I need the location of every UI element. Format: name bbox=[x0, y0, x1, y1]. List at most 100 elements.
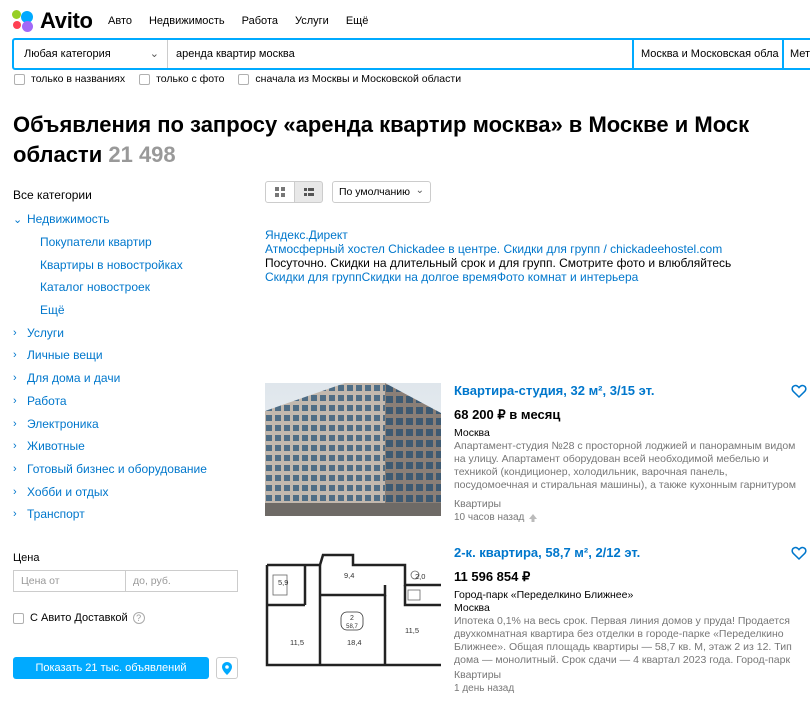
sidebar-item-transport[interactable]: › Транспорт bbox=[13, 503, 243, 526]
sidebar-item-label: Работа bbox=[27, 393, 67, 408]
chevron-down-icon: ⌄ bbox=[13, 213, 23, 226]
listing-developer[interactable]: Город-парк «Переделкино Ближнее» bbox=[454, 589, 810, 602]
sidebar-item-home[interactable]: › Для дома и дачи bbox=[13, 367, 243, 390]
listing-description: Ипотека 0,1% на весь срок. Первая линия … bbox=[454, 615, 792, 666]
grid-icon bbox=[275, 187, 285, 197]
plan-label: 11,5 bbox=[405, 626, 419, 635]
page-title-line2: области bbox=[13, 142, 103, 167]
all-categories[interactable]: Все категории bbox=[13, 188, 243, 202]
ad-headline[interactable]: Атмосферный хостел Chickadee в центре. С… bbox=[265, 242, 731, 256]
listing-price: 68 200 ₽ в месяц bbox=[454, 407, 561, 422]
chevron-down-icon: ⌄ bbox=[149, 48, 159, 60]
sidebar-item-label: Недвижимость bbox=[27, 212, 110, 227]
listing-floor-plan[interactable]: 5,9 9,4 2,0 11,5 18,4 11,5 2 58,7 bbox=[265, 545, 441, 678]
checkbox[interactable] bbox=[139, 73, 151, 85]
logo-text: Avito bbox=[40, 8, 93, 33]
checkbox[interactable] bbox=[14, 73, 25, 85]
page-title-line1: Объявления по запросу «аренда квартир мо… bbox=[13, 112, 750, 137]
sidebar-item-jobs[interactable]: › Работа bbox=[13, 390, 243, 413]
listing-location: Москва bbox=[454, 427, 490, 439]
sidebar-sub-more[interactable]: Ещё bbox=[13, 299, 243, 322]
plan-label: 9,4 bbox=[344, 571, 354, 580]
nav-item-more[interactable]: Ещё bbox=[346, 15, 369, 27]
delivery-label: С Авито Доставкой bbox=[30, 612, 128, 624]
chevron-right-icon: › bbox=[13, 417, 17, 430]
sidebar-item-business[interactable]: › Готовый бизнес и оборудование bbox=[13, 458, 243, 481]
list-icon bbox=[303, 188, 314, 196]
nav-item-realty[interactable]: Недвижимость bbox=[149, 15, 225, 27]
sidebar-item-label: Животные bbox=[27, 439, 85, 454]
sort-select[interactable]: По умолчанию ⌄ bbox=[332, 181, 431, 203]
plan-label: 2,0 bbox=[415, 572, 425, 581]
sidebar-item-label: Электроника bbox=[27, 416, 99, 431]
listing-title[interactable]: Квартира-студия, 32 м², 3/15 эт. bbox=[454, 383, 810, 403]
sidebar-item-services[interactable]: › Услуги bbox=[13, 321, 243, 344]
nav-item-services[interactable]: Услуги bbox=[295, 15, 329, 27]
filter-titles-only[interactable]: только в названиях bbox=[14, 73, 125, 85]
sidebar-sub-catalog[interactable]: Каталог новостроек bbox=[13, 276, 243, 299]
help-icon[interactable]: ? bbox=[132, 612, 145, 624]
chevron-right-icon: › bbox=[13, 349, 17, 362]
region-select[interactable]: Москва и Московская обла bbox=[632, 40, 782, 68]
category-sidebar: Все категории ⌄ Недвижимость Покупатели к… bbox=[13, 188, 243, 526]
nav-item-auto[interactable]: Авто bbox=[108, 15, 132, 27]
plan-label: 18,4 bbox=[347, 638, 362, 647]
logo-icon bbox=[12, 10, 36, 32]
sidebar-item-label: Личные вещи bbox=[27, 348, 103, 363]
sidebar-item-personal[interactable]: › Личные вещи bbox=[13, 344, 243, 367]
chevron-right-icon: › bbox=[13, 440, 17, 453]
chevron-right-icon: › bbox=[13, 508, 17, 521]
sidebar-item-animals[interactable]: › Животные bbox=[13, 435, 243, 458]
promoted-up-icon bbox=[529, 513, 538, 522]
listing-title[interactable]: 2-к. квартира, 58,7 м², 2/12 эт. bbox=[454, 545, 810, 565]
chevron-right-icon: › bbox=[13, 462, 17, 475]
listing-location: Москва bbox=[454, 602, 490, 614]
favorite-heart-icon[interactable] bbox=[791, 383, 807, 399]
plan-label: 11,5 bbox=[290, 638, 304, 647]
search-input-value: аренда квартир москва bbox=[176, 48, 295, 60]
filter-moscow-first[interactable]: сначала из Москвы и Московской области bbox=[238, 73, 461, 85]
sidebar-sub-buyers[interactable]: Покупатели квартир bbox=[13, 231, 243, 254]
listing-time: 10 часов назад bbox=[454, 512, 810, 523]
checkbox[interactable] bbox=[238, 73, 250, 85]
header: Avito Авто Недвижимость Работа Услуги Ещ… bbox=[0, 0, 810, 40]
listing-photo[interactable] bbox=[265, 383, 441, 516]
results-count: 21 498 bbox=[108, 142, 176, 167]
chevron-right-icon: › bbox=[13, 326, 17, 339]
chevron-right-icon: › bbox=[13, 372, 17, 385]
ad-links[interactable]: Скидки для группСкидки на долгое времяФо… bbox=[265, 270, 731, 284]
price-to-input[interactable]: до, руб. bbox=[126, 571, 237, 591]
sort-select-value: По умолчанию bbox=[339, 186, 411, 198]
plan-label: 5,9 bbox=[278, 578, 288, 587]
avito-logo[interactable]: Avito bbox=[12, 8, 93, 34]
show-results-button[interactable]: Показать 21 тыс. объявлений bbox=[13, 657, 209, 679]
delivery-filter[interactable]: С Авито Доставкой ? bbox=[13, 612, 145, 624]
chevron-right-icon: › bbox=[13, 485, 17, 498]
search-filters: только в названиях только с фото сначала… bbox=[14, 73, 475, 85]
metro-select[interactable]: Мет bbox=[782, 40, 810, 68]
ad-text: Посуточно. Скидки на длительный срок и д… bbox=[265, 256, 732, 270]
listing-info: 2-к. квартира, 58,7 м², 2/12 эт. 11 596 … bbox=[454, 545, 810, 694]
listing-info: Квартира-студия, 32 м², 3/15 эт. 68 200 … bbox=[454, 383, 810, 523]
sidebar-sub-new-flats[interactable]: Квартиры в новостройках bbox=[13, 253, 243, 276]
checkbox[interactable] bbox=[13, 612, 24, 624]
chevron-down-icon: ⌄ bbox=[415, 185, 424, 196]
nav-item-jobs[interactable]: Работа bbox=[242, 15, 278, 27]
price-range: Цена от до, руб. bbox=[13, 570, 238, 592]
grid-view-toggle[interactable] bbox=[265, 181, 295, 203]
list-view-toggle[interactable] bbox=[294, 181, 323, 203]
sidebar-item-electronics[interactable]: › Электроника bbox=[13, 412, 243, 435]
category-select[interactable]: Любая категория ⌄ bbox=[14, 40, 168, 68]
search-input[interactable]: аренда квартир москва bbox=[168, 40, 632, 68]
listing-description: Апартамент-студия №28 с просторной лоджи… bbox=[454, 440, 796, 491]
checkbox-label: сначала из Москвы и Московской области bbox=[255, 73, 462, 85]
ad-source[interactable]: Яндекс.Директ bbox=[265, 228, 731, 242]
price-from-input[interactable]: Цена от bbox=[14, 571, 126, 591]
sidebar-item-label: Готовый бизнес и оборудование bbox=[27, 461, 207, 476]
filter-with-photo[interactable]: только с фото bbox=[139, 73, 224, 85]
favorite-heart-icon[interactable] bbox=[791, 545, 807, 561]
search-bar: Любая категория ⌄ аренда квартир москва … bbox=[12, 38, 810, 70]
map-button[interactable] bbox=[216, 657, 238, 679]
sidebar-item-hobby[interactable]: › Хобби и отдых bbox=[13, 480, 243, 503]
sidebar-item-realty[interactable]: ⌄ Недвижимость bbox=[13, 208, 243, 231]
